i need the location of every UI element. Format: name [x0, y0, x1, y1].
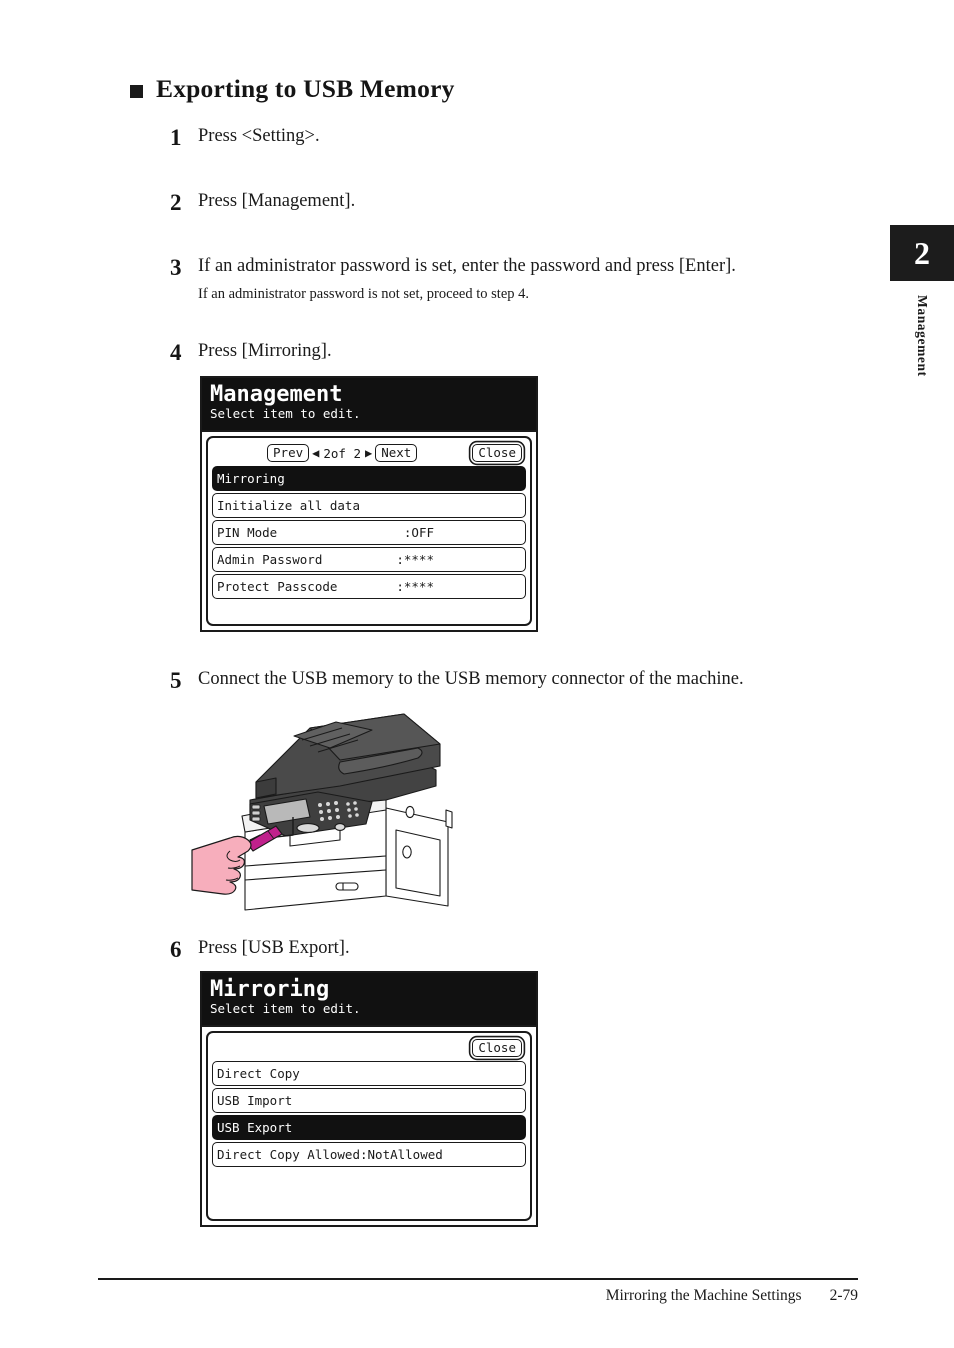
step-5: 5 Connect the USB memory to the USB memo…: [170, 669, 744, 692]
printer-illustration: [191, 713, 453, 911]
step-3: 3 If an administrator password is set, e…: [170, 256, 736, 304]
square-bullet-icon: [130, 84, 143, 98]
lcd-inner-frame: Prev ◀ 2of 2 ▶ Next Close Mirroring Init…: [206, 436, 532, 626]
step-number: 6: [170, 937, 182, 962]
step-text: Press <Setting>.: [198, 126, 320, 146]
left-arrow-icon[interactable]: ◀: [309, 447, 322, 459]
right-door-latch: [402, 845, 412, 859]
lcd-body: Prev ◀ 2of 2 ▶ Next Close Mirroring Init…: [202, 430, 536, 630]
footer-page-number: 2-79: [829, 1287, 858, 1304]
list-item-label: PIN Mode: [217, 525, 278, 540]
lcd-subtitle: Select item to edit.: [210, 406, 361, 422]
step-text: Press [Mirroring].: [198, 341, 332, 361]
cassette-handle: [335, 882, 359, 891]
adf-left-edge: [255, 777, 277, 799]
page-indicator: 2of 2: [323, 445, 361, 461]
list-item-value: :OFF: [403, 525, 434, 540]
list-item[interactable]: Direct Copy Allowed:NotAllowed: [212, 1142, 526, 1167]
step-number: 5: [170, 668, 182, 693]
next-button[interactable]: Next: [375, 443, 418, 463]
list-item-label: USB Export: [217, 1120, 293, 1135]
close-button[interactable]: Close: [472, 1038, 522, 1058]
chapter-tab: 2 Management: [890, 225, 954, 382]
lcd-title: Management: [210, 382, 343, 407]
start-button: [334, 823, 346, 831]
upper-latch: [405, 805, 415, 819]
chapter-number: 2: [890, 225, 954, 281]
step-number: 3: [170, 255, 182, 280]
step-number: 2: [170, 190, 182, 215]
lcd-header: Mirroring Select item to edit.: [202, 973, 536, 1025]
step-2: 2 Press [Management].: [170, 191, 355, 214]
lcd-screenshot-management: Management Select item to edit. Prev ◀ 2…: [200, 376, 538, 632]
list-item[interactable]: USB Export: [212, 1115, 526, 1140]
list-item-value: :****: [396, 552, 434, 567]
lcd-header: Management Select item to edit.: [202, 378, 536, 430]
footer: Mirroring the Machine Settings 2-79: [606, 1287, 858, 1305]
list-item-label: Direct Copy Allowed:NotAllowed: [217, 1147, 443, 1162]
footer-divider: [98, 1278, 858, 1280]
list-item-label: Direct Copy: [217, 1066, 300, 1081]
list-item-label: Admin Password: [217, 552, 323, 567]
list-item[interactable]: Admin Password :****: [212, 547, 526, 572]
step-text: Press [USB Export].: [198, 938, 350, 958]
list-item-label: USB Import: [217, 1093, 293, 1108]
chapter-label: Management: [915, 295, 930, 377]
step-text: Press [Management].: [198, 191, 356, 211]
list-item-label: Initialize all data: [217, 498, 360, 513]
list-item[interactable]: Initialize all data: [212, 493, 526, 518]
lcd-toolbar: Prev ◀ 2of 2 ▶ Next Close: [212, 442, 526, 464]
lcd-toolbar: Close: [212, 1037, 526, 1059]
step-subtext: If an administrator password is not set,…: [198, 285, 530, 302]
right-door: [395, 829, 441, 897]
list-item[interactable]: Protect Passcode :****: [212, 574, 526, 599]
page-heading: Exporting to USB Memory: [130, 74, 455, 104]
list-item-value: :****: [396, 579, 434, 594]
page-title: Exporting to USB Memory: [156, 74, 455, 103]
navigation-pad: [296, 823, 320, 833]
list-item-label: Mirroring: [217, 471, 285, 486]
side-tab: [445, 809, 453, 829]
list-item[interactable]: Mirroring: [212, 466, 526, 491]
shortcut-keys: [251, 804, 261, 822]
footer-section: Mirroring the Machine Settings: [605, 1287, 802, 1304]
lcd-subtitle: Select item to edit.: [210, 1001, 361, 1017]
lcd-inner-frame: Close Direct Copy USB Import USB Export …: [206, 1031, 532, 1221]
close-button[interactable]: Close: [472, 443, 522, 463]
lcd-body: Close Direct Copy USB Import USB Export …: [202, 1025, 536, 1225]
list-item-label: Protect Passcode: [217, 579, 338, 594]
lcd-title: Mirroring: [210, 977, 330, 1002]
list-item[interactable]: PIN Mode :OFF: [212, 520, 526, 545]
prev-button[interactable]: Prev: [267, 443, 310, 463]
lcd-screenshot-mirroring: Mirroring Select item to edit. Close Dir…: [200, 971, 538, 1227]
list-item[interactable]: Direct Copy: [212, 1061, 526, 1086]
hand: [191, 835, 252, 895]
step-number: 4: [170, 340, 182, 365]
step-text: If an administrator password is set, ent…: [198, 256, 736, 276]
step-number: 1: [170, 125, 182, 150]
step-text: Connect the USB memory to the USB memory…: [198, 669, 744, 689]
step-1: 1 Press <Setting>.: [170, 126, 320, 149]
right-arrow-icon[interactable]: ▶: [362, 447, 375, 459]
step-4: 4 Press [Mirroring].: [170, 341, 332, 364]
step-6: 6 Press [USB Export].: [170, 938, 350, 961]
list-item[interactable]: USB Import: [212, 1088, 526, 1113]
